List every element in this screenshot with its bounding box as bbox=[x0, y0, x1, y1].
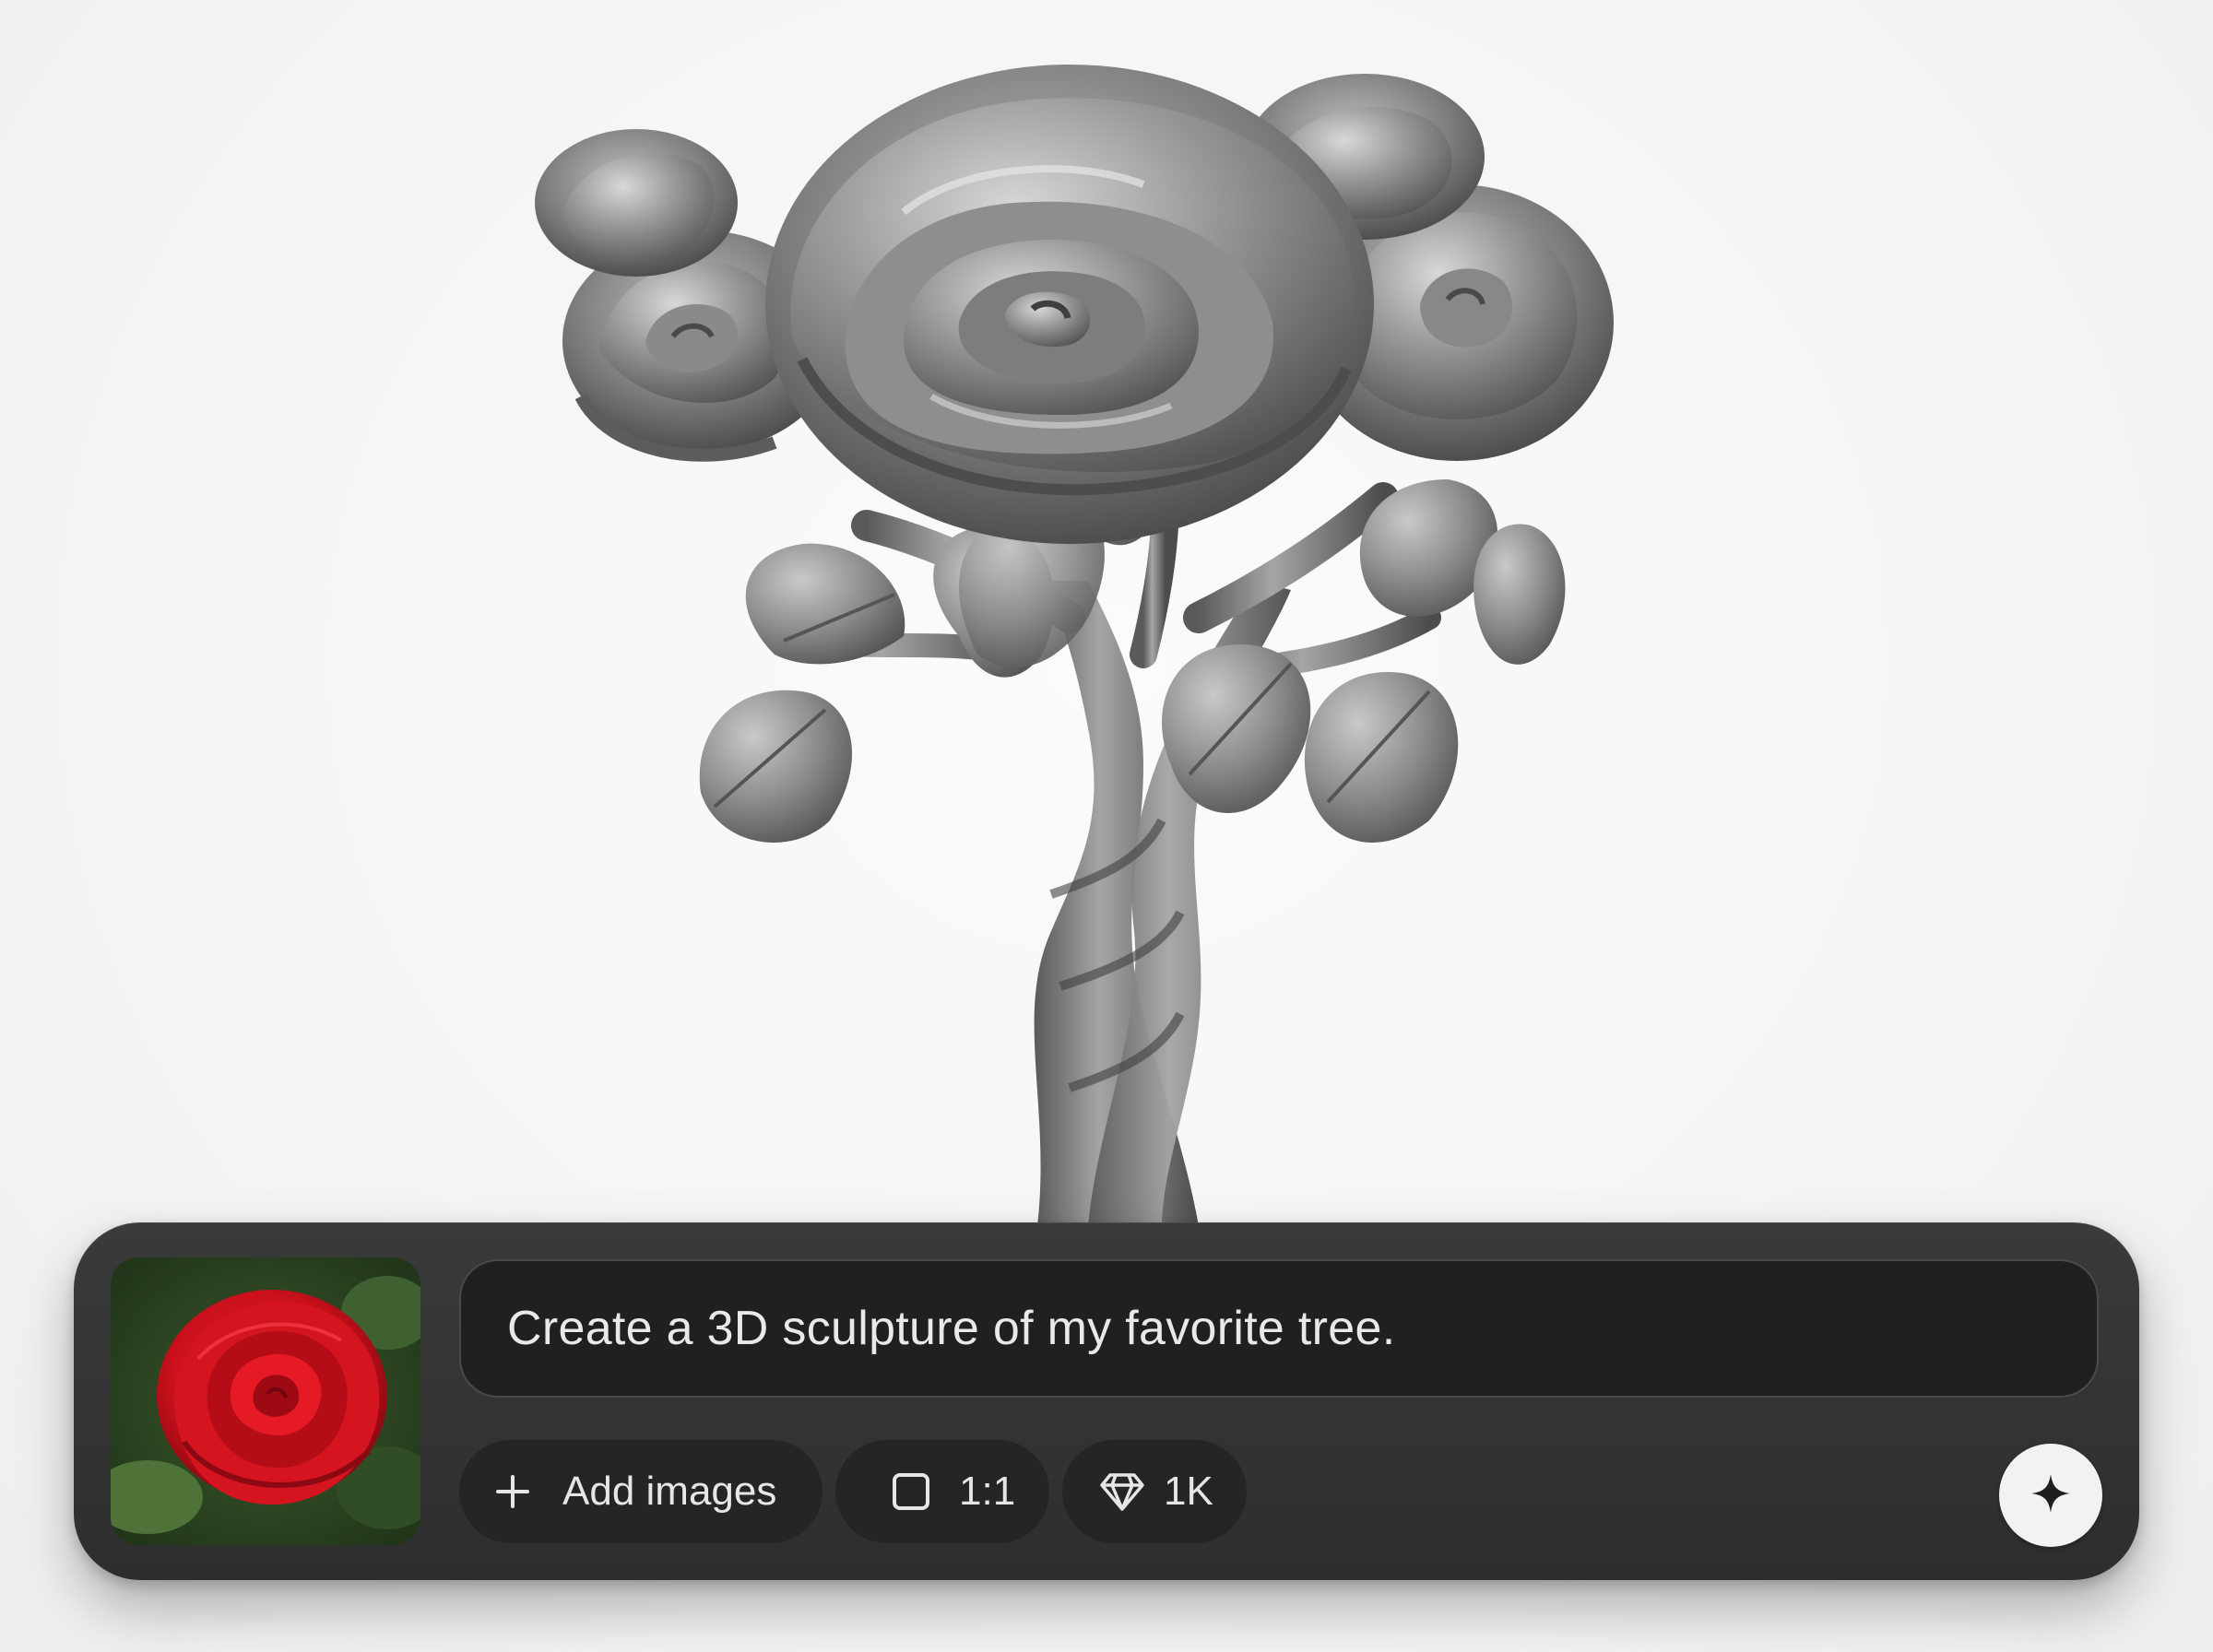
rose-tree-sculpture-image bbox=[535, 65, 1614, 1226]
main-rose bbox=[765, 65, 1374, 544]
generated-sculpture-preview bbox=[498, 65, 1697, 1226]
prompt-composer: Create a 3D sculpture of my favorite tre… bbox=[74, 1222, 2139, 1580]
aspect-ratio-label: 1:1 bbox=[959, 1469, 1016, 1514]
aspect-ratio-button[interactable]: 1:1 bbox=[835, 1440, 1049, 1543]
add-images-button[interactable]: Add images bbox=[459, 1440, 822, 1543]
prompt-text: Create a 3D sculpture of my favorite tre… bbox=[507, 1302, 1396, 1355]
prompt-input[interactable]: Create a 3D sculpture of my favorite tre… bbox=[459, 1259, 2099, 1398]
add-images-label: Add images bbox=[562, 1469, 777, 1514]
resolution-label: 1K bbox=[1164, 1469, 1213, 1514]
reference-image-thumbnail[interactable] bbox=[111, 1257, 420, 1545]
red-rose-photo bbox=[111, 1257, 420, 1545]
diamond-icon bbox=[1099, 1471, 1145, 1512]
sparkle-icon bbox=[2030, 1472, 2072, 1518]
canvas: Create a 3D sculpture of my favorite tre… bbox=[0, 0, 2213, 1652]
generate-button[interactable] bbox=[1999, 1444, 2102, 1547]
square-icon bbox=[891, 1471, 931, 1512]
leaf bbox=[745, 543, 905, 665]
plus-icon bbox=[494, 1473, 531, 1510]
resolution-button[interactable]: 1K bbox=[1062, 1440, 1247, 1543]
